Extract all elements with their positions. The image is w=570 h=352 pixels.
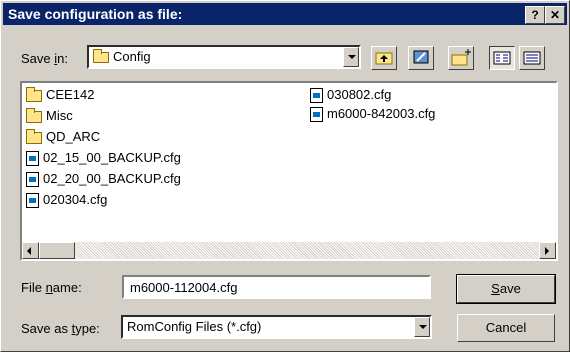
new-folder-icon	[451, 49, 471, 66]
folder-icon	[26, 128, 42, 144]
list-item[interactable]: QD_ARC	[26, 128, 100, 146]
details-view-button[interactable]	[519, 46, 545, 70]
list-item[interactable]: 02_20_00_BACKUP.cfg	[26, 170, 181, 188]
save-as-type-dropdown-button[interactable]	[414, 317, 430, 337]
desktop-icon	[413, 50, 429, 64]
save-in-value: Config	[113, 49, 151, 64]
list-item[interactable]: 030802.cfg	[310, 86, 391, 104]
file-name-label: File name:	[21, 280, 82, 295]
save-button[interactable]: Save	[456, 274, 556, 304]
details-view-icon	[523, 51, 541, 65]
cancel-button[interactable]: Cancel	[457, 314, 555, 342]
save-dialog: Save configuration as file: ? ✕ Save in:…	[0, 0, 570, 352]
save-as-type-select[interactable]: RomConfig Files (*.cfg)	[121, 315, 432, 339]
list-item[interactable]: 02_15_00_BACKUP.cfg	[26, 149, 181, 167]
folder-icon	[26, 107, 42, 123]
save-as-type-label: Save as type:	[21, 321, 100, 336]
config-file-icon	[26, 151, 39, 167]
help-button[interactable]: ?	[525, 6, 545, 24]
list-view-button[interactable]	[489, 46, 515, 70]
save-in-label: Save in:	[21, 51, 68, 66]
scroll-left-button[interactable]	[22, 242, 39, 259]
up-folder-icon	[375, 52, 393, 65]
list-item[interactable]: 020304.cfg	[26, 191, 107, 209]
list-item[interactable]: Misc	[26, 107, 73, 125]
folder-icon	[93, 49, 109, 64]
config-file-icon	[26, 172, 39, 188]
save-in-combo[interactable]: Config	[87, 45, 361, 69]
horizontal-scrollbar[interactable]	[22, 242, 556, 259]
config-file-icon	[26, 193, 39, 209]
config-file-icon	[310, 88, 323, 104]
title-bar: Save configuration as file: ? ✕	[3, 3, 567, 25]
list-view-icon	[493, 51, 511, 65]
save-in-dropdown-button[interactable]	[343, 47, 359, 67]
list-item[interactable]: CEE142	[26, 86, 94, 104]
file-name-input[interactable]: m6000-112004.cfg	[122, 275, 431, 299]
file-list[interactable]: CEE142 Misc QD_ARC 02_15_00_BACKUP.cfg 0…	[20, 81, 558, 261]
dialog-title: Save configuration as file:	[8, 6, 183, 22]
folder-icon	[26, 86, 42, 102]
up-folder-button[interactable]	[371, 46, 397, 70]
config-file-icon	[310, 107, 323, 123]
scroll-thumb[interactable]	[39, 242, 75, 259]
desktop-button[interactable]	[408, 46, 434, 70]
close-button[interactable]: ✕	[545, 6, 565, 24]
list-item[interactable]: m6000-842003.cfg	[310, 105, 435, 123]
scroll-right-button[interactable]	[539, 242, 556, 259]
new-folder-button[interactable]	[448, 46, 474, 70]
